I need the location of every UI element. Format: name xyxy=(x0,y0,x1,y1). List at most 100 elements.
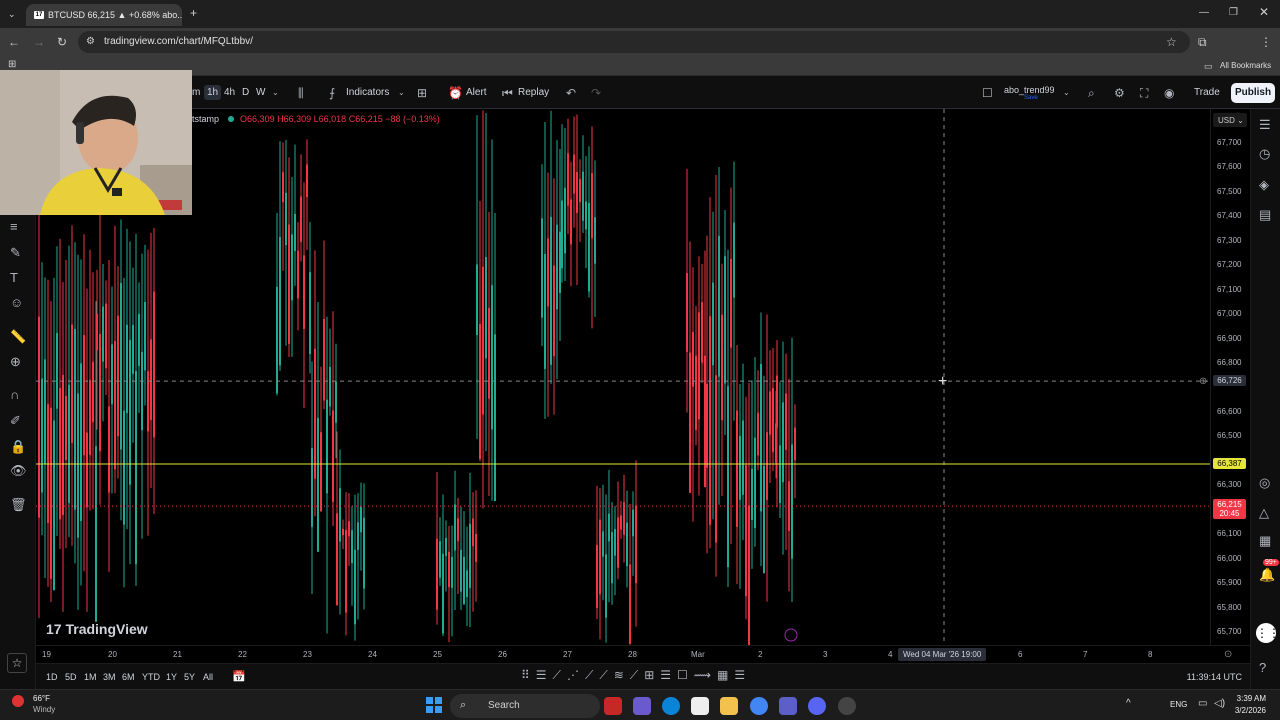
interval-4h[interactable]: 4h xyxy=(224,87,235,98)
taskbar-search[interactable]: ⌕ Search xyxy=(450,694,600,718)
alert-button[interactable]: Alert xyxy=(466,87,487,98)
extensions-icon[interactable]: ⧉ xyxy=(1198,35,1207,49)
lock-icon[interactable]: 🔒 xyxy=(10,439,26,455)
snapshot-camera-icon[interactable]: ◉ xyxy=(1164,86,1174,100)
alert-icon[interactable]: ⏰ xyxy=(448,86,463,100)
interval-dropdown-icon[interactable]: ⌄ xyxy=(272,88,279,97)
zoom-icon[interactable]: ⊕ xyxy=(10,354,21,370)
layers-icon[interactable]: ◈ xyxy=(1259,177,1269,193)
goto-date-icon[interactable]: 📅 xyxy=(232,670,246,683)
favorites-star-icon[interactable]: ☆ xyxy=(7,653,27,673)
quick-search-icon[interactable]: ⌕ xyxy=(1088,86,1095,101)
chat-icon[interactable]: ▤ xyxy=(1259,207,1271,223)
window-close-icon[interactable]: ✕ xyxy=(1259,5,1269,19)
discord-icon[interactable] xyxy=(808,697,826,715)
app-icon-9[interactable] xyxy=(838,697,856,715)
alerts-clock-icon[interactable]: ◷ xyxy=(1259,146,1270,162)
trash-icon[interactable]: 🗑 xyxy=(10,497,27,513)
reload-icon[interactable]: ↻ xyxy=(57,35,67,49)
price-axis[interactable]: USD ⌄ 67,700 67,600 67,500 67,400 67,300 67,2… xyxy=(1210,109,1250,645)
layout-name[interactable]: abo_trend99 xyxy=(1004,85,1055,95)
hline-price-tag[interactable]: 66,387 xyxy=(1213,458,1246,469)
magnet-icon[interactable]: ∩ xyxy=(10,387,19,402)
redo-icon[interactable]: ↷ xyxy=(591,86,601,100)
browser-menu-icon[interactable]: ⋮ xyxy=(1260,35,1272,49)
fullscreen-icon[interactable]: ⛶ xyxy=(1140,86,1148,101)
app-icon-1[interactable] xyxy=(604,697,622,715)
interval-week[interactable]: W xyxy=(256,87,265,98)
site-info-icon[interactable]: ⚙ xyxy=(86,35,95,49)
goto-realtime-icon[interactable]: ⊙ xyxy=(1224,649,1232,660)
apps-grid-icon[interactable]: ⋮⋮ xyxy=(1256,623,1280,643)
price-chart[interactable]: + xyxy=(36,109,1210,645)
indicators-button[interactable]: Indicators xyxy=(346,87,389,98)
range-button-3m[interactable]: 3M xyxy=(103,672,116,682)
templates-icon[interactable]: ⊞ xyxy=(417,86,427,100)
calendar-icon[interactable]: ▦ xyxy=(1259,533,1271,549)
range-button-6m[interactable]: 6M xyxy=(122,672,135,682)
range-button-5d[interactable]: 5D xyxy=(65,672,77,682)
notifications-icon[interactable]: 🔔 xyxy=(1259,567,1275,583)
file-explorer-icon[interactable] xyxy=(720,697,738,715)
interval-minute[interactable]: m xyxy=(192,87,200,98)
minimize-icon[interactable]: — xyxy=(1199,6,1209,20)
trade-button[interactable]: Trade xyxy=(1194,87,1220,98)
teams-icon[interactable] xyxy=(779,697,797,715)
emoji-icon[interactable]: ☺ xyxy=(10,295,23,310)
ruler-icon[interactable]: 📏 xyxy=(10,329,26,345)
utc-clock[interactable]: 11:39:14 UTC xyxy=(1187,672,1242,682)
replay-button[interactable]: Replay xyxy=(518,87,549,98)
weather-icon[interactable] xyxy=(12,695,24,707)
layout-square-icon[interactable]: ☐ xyxy=(982,86,993,100)
indicators-dropdown-icon[interactable]: ⌄ xyxy=(398,88,405,97)
trend-lines-icon[interactable]: ≡ xyxy=(10,219,18,234)
brush-icon[interactable]: ✎ xyxy=(10,245,21,261)
legend-symbol[interactable]: tstamp xyxy=(192,114,219,124)
target-icon[interactable]: ◎ xyxy=(1259,475,1270,491)
bookmark-star-icon[interactable]: ☆ xyxy=(1166,35,1177,49)
range-button-1m[interactable]: 1M xyxy=(84,672,97,682)
range-button-5y[interactable]: 5Y xyxy=(184,672,195,682)
all-bookmarks-label[interactable]: All Bookmarks xyxy=(1220,61,1271,70)
notepad-icon[interactable] xyxy=(691,697,709,715)
volume-icon[interactable]: ◁) xyxy=(1214,698,1225,709)
event-marker-icon[interactable] xyxy=(784,628,798,642)
add-alert-plus-icon[interactable]: ⊕ xyxy=(1199,376,1207,387)
forward-icon[interactable]: → xyxy=(33,35,45,49)
range-button-1d[interactable]: 1D xyxy=(46,672,58,682)
url-field[interactable]: ⚙ tradingview.com/chart/MFQLtbbv/ ☆ xyxy=(78,31,1190,53)
browser-tab[interactable]: 17 BTCUSD 66,215 ▲ +0.68% abo... × xyxy=(26,4,182,26)
replay-icon[interactable]: ⏮ xyxy=(502,86,513,101)
windows-start-icon[interactable] xyxy=(426,697,442,713)
currency-select[interactable]: USD ⌄ xyxy=(1213,113,1247,127)
watchlist-icon[interactable]: ☰ xyxy=(1259,117,1271,133)
publish-button[interactable]: Publish xyxy=(1231,83,1275,103)
layout-dropdown-icon[interactable]: ⌄ xyxy=(1063,88,1070,97)
network-icon[interactable]: ▭ xyxy=(1198,698,1207,709)
text-tool-icon[interactable]: T xyxy=(10,270,18,285)
language-indicator[interactable]: ENG xyxy=(1170,700,1187,709)
tradingview-logo[interactable]: 17 TradingView xyxy=(46,621,148,637)
range-button-ytd[interactable]: YTD xyxy=(142,672,160,682)
time-axis[interactable]: 19 20 21 22 23 24 25 26 27 28 Mar 2 3 4 6 7 8 Wed 04 Mar… xyxy=(36,645,1250,663)
system-clock[interactable]: 3:39 AM 3/2/2026 xyxy=(1235,693,1266,717)
chart-type-icon[interactable]: ⫼ xyxy=(298,86,304,101)
range-button-1y[interactable]: 1Y xyxy=(166,672,177,682)
tab-search-icon[interactable]: ⌄ xyxy=(8,7,16,21)
help-icon[interactable]: ? xyxy=(1259,660,1266,675)
indicators-icon[interactable]: ⨍ xyxy=(329,86,335,100)
range-button-all[interactable]: All xyxy=(203,672,213,682)
eye-icon[interactable]: 👁 xyxy=(10,463,27,479)
interval-day[interactable]: D xyxy=(242,87,249,98)
settings-gear-icon[interactable]: ⚙ xyxy=(1114,86,1125,100)
interval-1h[interactable]: 1h xyxy=(204,85,222,100)
ideas-icon[interactable]: △ xyxy=(1259,505,1269,521)
tray-chevron-icon[interactable]: ^ xyxy=(1126,698,1131,709)
restore-icon[interactable]: ❐ xyxy=(1229,6,1238,20)
edge-icon[interactable] xyxy=(662,697,680,715)
stay-drawing-icon[interactable]: ✐ xyxy=(10,413,21,429)
new-tab-icon[interactable]: + xyxy=(190,6,197,20)
undo-icon[interactable]: ↶ xyxy=(566,86,576,100)
drawing-toolbar-strip[interactable]: ⠿☰⟋⋰⟋⟋≋⟋⊞☰☐⟿▦☰ xyxy=(521,668,751,683)
app-icon-2[interactable] xyxy=(633,697,651,715)
